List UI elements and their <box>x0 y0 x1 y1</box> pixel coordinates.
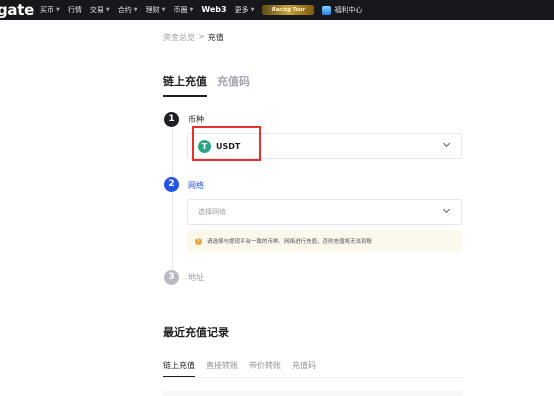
nav-markets[interactable]: 行情 <box>68 0 82 20</box>
deposit-warning-notice: ! 请选择与提现平台一致的币种、网络进行充值，否则充值将无法到账 <box>187 230 462 252</box>
step-2-badge: 2 <box>164 177 179 192</box>
step-1-label: 币种 <box>188 115 204 124</box>
gate-logo[interactable]: gate <box>0 0 34 20</box>
tab-recent-direct-transfer[interactable]: 直接转账 <box>206 360 238 378</box>
nav-futures[interactable]: 合约 ▼ <box>118 0 138 20</box>
step-connector <box>172 192 173 270</box>
step-2-label: 网络 <box>188 181 204 190</box>
step-3-label: 地址 <box>188 273 204 282</box>
tab-deposit-code[interactable]: 充值码 <box>217 73 250 97</box>
deposit-tabs: 链上充值 充值码 <box>163 73 260 97</box>
step-1-badge: 1 <box>164 112 179 127</box>
recent-deposits-title: 最近充值记录 <box>163 326 229 339</box>
warning-text: 请选择与提现平台一致的币种、网络进行充值，否则充值将无法到账 <box>207 239 373 245</box>
chevron-down-icon: ▼ <box>105 7 110 13</box>
network-placeholder: 选择网络 <box>198 208 226 216</box>
nav-trade[interactable]: 交易 ▼ <box>90 0 110 20</box>
tabs-divider <box>163 377 463 378</box>
recent-deposits-tabs: 链上充值 直接转账 带价转账 充值码 <box>163 360 327 378</box>
tab-recent-onchain[interactable]: 链上充值 <box>163 360 195 378</box>
tab-onchain-deposit[interactable]: 链上充值 <box>163 73 207 97</box>
chevron-down-icon <box>442 205 451 214</box>
nav-web3[interactable]: Web3 <box>201 0 226 20</box>
chevron-down-icon <box>442 139 451 148</box>
chevron-down-icon: ▼ <box>161 7 166 13</box>
nav-earn[interactable]: 理财 ▼ <box>146 0 166 20</box>
tab-recent-priced-transfer[interactable]: 带价转账 <box>249 360 281 378</box>
chevron-down-icon: ▼ <box>133 7 138 13</box>
breadcrumb-funds-overview[interactable]: 资金总览 <box>163 32 195 43</box>
nav-community[interactable]: 币圈 ▼ <box>173 0 193 20</box>
nav-more[interactable]: 更多 ▼ <box>235 0 255 20</box>
tab-recent-deposit-code[interactable]: 充值码 <box>292 360 316 378</box>
top-nav-bar: gate 买币 ▼ 行情 交易 ▼ 合约 ▼ 理财 ▼ 币圈 ▼ Web3 更多 ▼ Rac… <box>0 0 554 20</box>
nav-rewards-center[interactable]: 福利中心 <box>322 0 362 20</box>
breadcrumb-separator: > <box>198 32 205 41</box>
breadcrumb-current: 充值 <box>207 33 224 42</box>
racing-tour-promo-banner[interactable]: Racing Tour <box>262 5 315 15</box>
chevron-down-icon: ▼ <box>250 7 255 13</box>
red-highlight-box <box>192 126 261 161</box>
records-table-header <box>163 390 463 396</box>
chevron-down-icon: ▼ <box>56 7 60 13</box>
chevron-down-icon: ▼ <box>189 7 194 13</box>
step-3-badge: 3 <box>164 270 179 285</box>
warning-icon: ! <box>195 237 202 245</box>
nav-buy-crypto[interactable]: 买币 ▼ <box>40 0 60 20</box>
step-connector <box>172 128 173 178</box>
network-select[interactable]: 选择网络 <box>187 199 462 225</box>
breadcrumb: 资金总览 > 充值 <box>163 32 224 43</box>
gift-icon <box>322 5 332 15</box>
